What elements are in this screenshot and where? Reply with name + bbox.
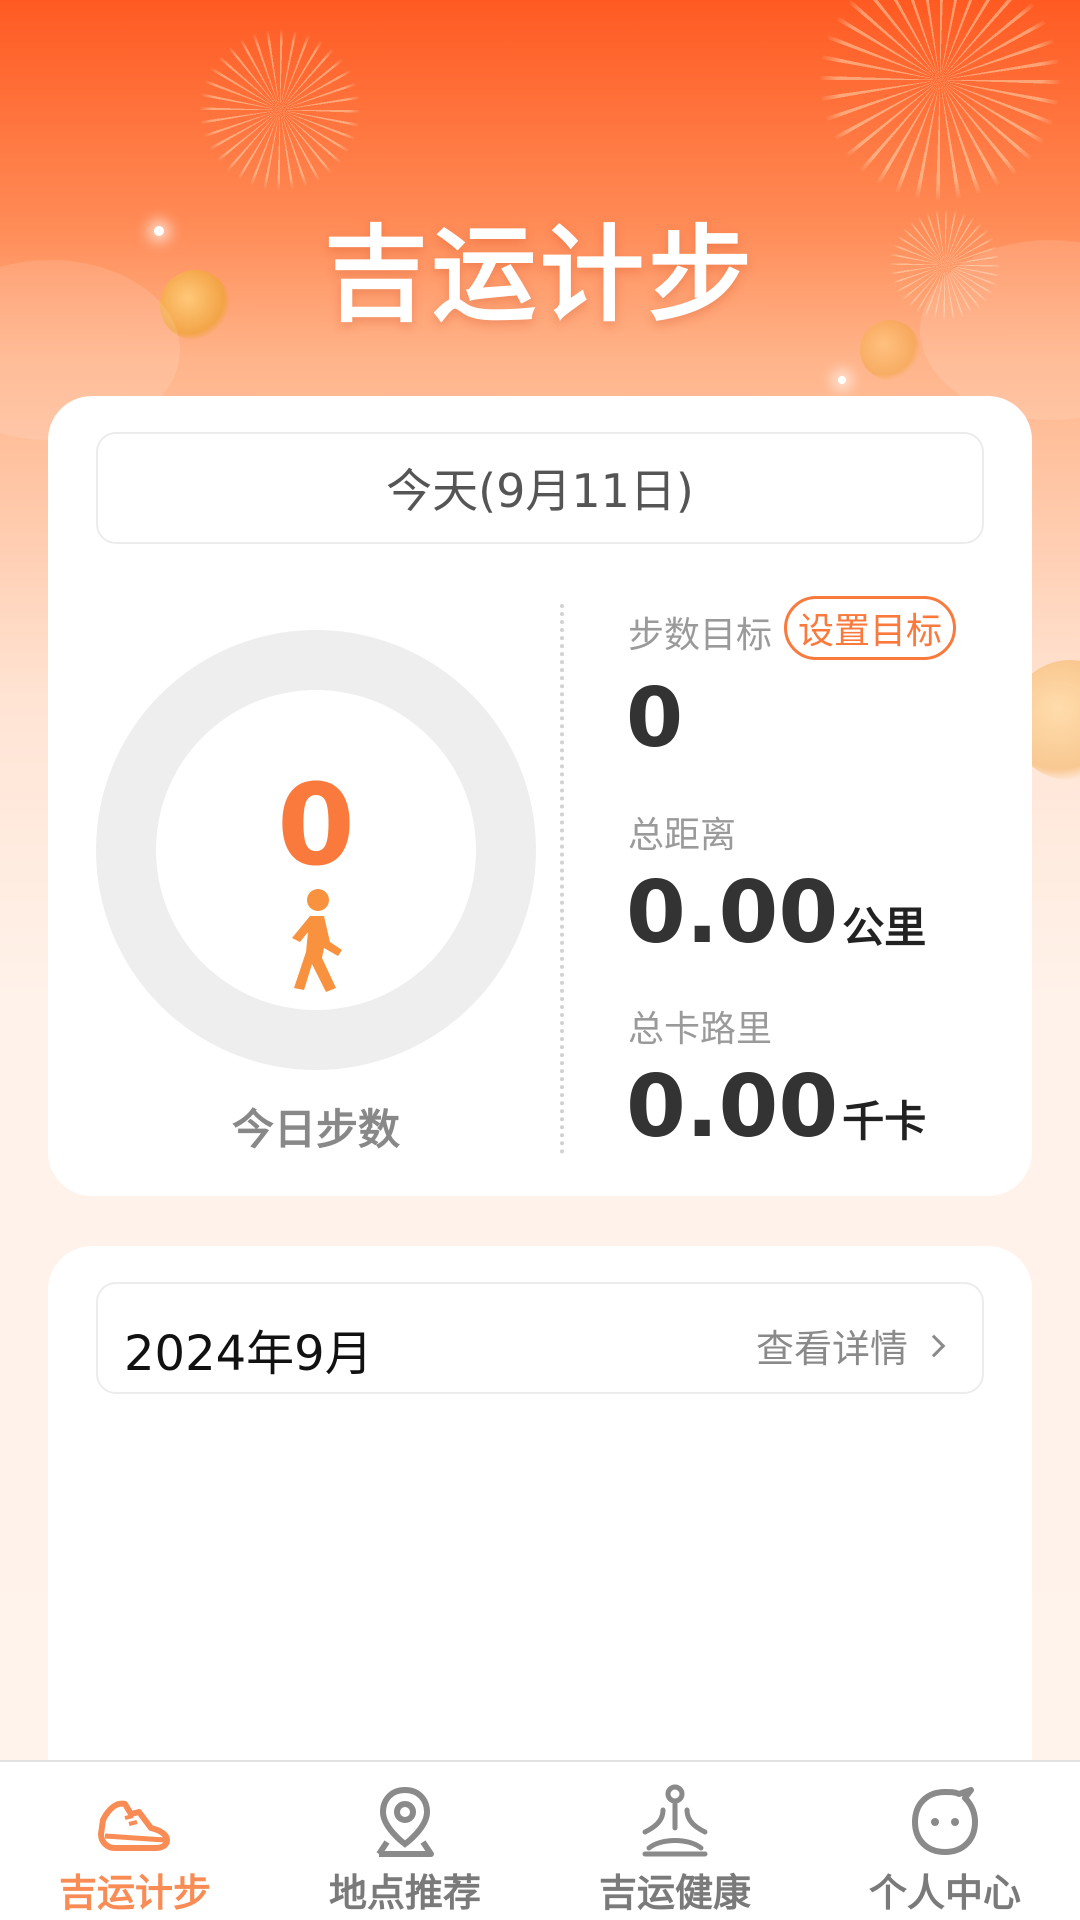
calories-unit: 千卡 xyxy=(842,1097,927,1146)
date-label: 今天(9月11日) xyxy=(386,464,694,518)
set-goal-button[interactable]: 设置目标 xyxy=(784,596,956,660)
bottom-tab-bar: 吉运计步 地点推荐 吉运健康 个人中心 xyxy=(0,1760,1080,1920)
tab-label: 个人中心 xyxy=(868,1871,1021,1915)
calories-stat: 0.00千卡 xyxy=(626,1064,926,1150)
tab-label: 吉运计步 xyxy=(58,1871,211,1915)
location-pin-icon xyxy=(376,1786,434,1857)
calories-value: 0.00 xyxy=(626,1057,839,1157)
chevron-right-icon xyxy=(922,1334,946,1357)
tab-step-counter[interactable]: 吉运计步 xyxy=(0,1762,270,1920)
firework-decoration xyxy=(820,0,1060,200)
distance-stat: 0.00公里 xyxy=(626,870,926,956)
sneaker-icon xyxy=(98,1800,170,1851)
distance-value: 0.00 xyxy=(626,863,839,963)
face-icon xyxy=(912,1787,978,1855)
month-title: 2024年9月 xyxy=(124,1326,373,1382)
app-title: 吉运计步 xyxy=(323,214,756,336)
firework-decoration xyxy=(200,30,360,190)
tab-health[interactable]: 吉运健康 xyxy=(540,1762,810,1920)
calories-label: 总卡路里 xyxy=(628,1009,773,1050)
view-details-link[interactable]: 查看详情 xyxy=(755,1318,946,1373)
sparkle-decoration xyxy=(838,376,846,384)
date-selector[interactable]: 今天(9月11日) xyxy=(96,432,984,544)
distance-unit: 公里 xyxy=(842,903,927,952)
today-steps-value: 0 xyxy=(277,761,355,891)
tab-label: 地点推荐 xyxy=(328,1871,481,1915)
vertical-divider xyxy=(560,604,564,1154)
distance-label: 总距离 xyxy=(628,815,737,856)
tab-place-recommend[interactable]: 地点推荐 xyxy=(270,1762,540,1920)
tab-profile[interactable]: 个人中心 xyxy=(810,1762,1080,1920)
tab-label: 吉运健康 xyxy=(598,1871,751,1915)
today-steps-caption: 今日步数 xyxy=(231,1105,400,1154)
monthly-summary-card: 2024年9月 查看详情 xyxy=(48,1246,1032,1806)
today-stats-card: 今天(9月11日) 0 今日步数 步数目标 设置目标 0 总距离 0.00公里 … xyxy=(48,396,1032,1196)
meditation-icon xyxy=(642,1784,708,1857)
month-header: 2024年9月 查看详情 xyxy=(96,1282,984,1394)
steps-progress-ring: 0 xyxy=(96,630,536,1070)
step-counter-screen: 吉运计步 今天(9月11日) 0 今日步数 步数目标 设置目标 0 总距离 0.… xyxy=(0,0,1080,1920)
walking-person-icon xyxy=(292,889,342,992)
goal-label: 步数目标 xyxy=(628,615,773,656)
view-details-label: 查看详情 xyxy=(755,1327,908,1371)
goal-value: 0 xyxy=(626,671,684,766)
